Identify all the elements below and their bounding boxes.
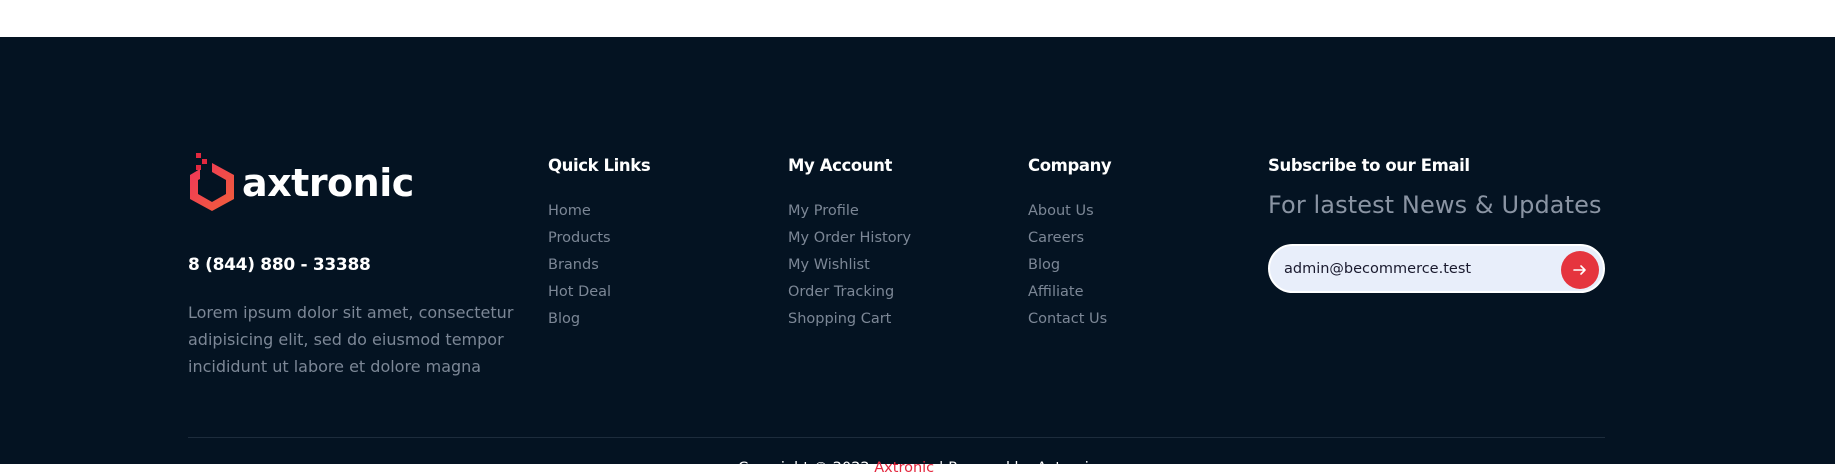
logo[interactable]: axtronic	[188, 153, 414, 213]
footer-link-contact-us[interactable]: Contact Us	[1028, 308, 1107, 335]
my-account-title: My Account	[788, 156, 892, 175]
logo-mark-icon	[190, 153, 234, 211]
footer-link-shopping-cart[interactable]: Shopping Cart	[788, 308, 911, 335]
email-input[interactable]	[1284, 258, 1544, 280]
logo-text: axtronic	[242, 161, 414, 205]
phone-number[interactable]: 8 (844) 880 - 33388	[188, 255, 371, 275]
footer-link-blog[interactable]: Blog	[548, 308, 611, 335]
footer-link-my-profile[interactable]: My Profile	[788, 200, 911, 227]
quick-links-title: Quick Links	[548, 156, 651, 175]
footer-link-brands[interactable]: Brands	[548, 254, 611, 281]
footer-link-wishlist[interactable]: My Wishlist	[788, 254, 911, 281]
footer-brand: axtronic	[188, 153, 414, 213]
copyright-prefix: Copyright © 2022	[738, 460, 870, 476]
footer-link-order-tracking[interactable]: Order Tracking	[788, 281, 911, 308]
footer-link-home[interactable]: Home	[548, 200, 611, 227]
subscribe-form	[1268, 244, 1605, 293]
footer-link-blog[interactable]: Blog	[1028, 254, 1107, 281]
footer-divider	[188, 437, 1605, 438]
arrow-right-icon	[1573, 265, 1586, 275]
page-top-area	[0, 0, 1835, 37]
subscribe-subtitle: For lastest News & Updates	[1268, 191, 1602, 219]
my-account-list: My Profile My Order History My Wishlist …	[788, 200, 911, 335]
subscribe-title: Subscribe to our Email	[1268, 156, 1470, 175]
footer-link-careers[interactable]: Careers	[1028, 227, 1107, 254]
brand-description: Lorem ipsum dolor sit amet, consectetur …	[188, 303, 514, 376]
copyright-text: Copyright © 2022 Axtronic | Powered by A…	[0, 460, 1835, 476]
company-title: Company	[1028, 156, 1112, 175]
quick-links-list: Home Products Brands Hot Deal Blog	[548, 200, 611, 335]
company-list: About Us Careers Blog Affiliate Contact …	[1028, 200, 1107, 335]
footer-link-affiliate[interactable]: Affiliate	[1028, 281, 1107, 308]
footer-link-hot-deal[interactable]: Hot Deal	[548, 281, 611, 308]
copyright-brand-link[interactable]: Axtronic	[874, 460, 934, 476]
site-footer: axtronic 8 (844) 880 - 33388 Lorem ipsum…	[0, 37, 1835, 476]
copyright-separator: |	[938, 460, 944, 476]
footer-link-products[interactable]: Products	[548, 227, 611, 254]
powered-by-text: Powered by Axtronic	[948, 460, 1097, 476]
footer-link-order-history[interactable]: My Order History	[788, 227, 911, 254]
footer-link-about-us[interactable]: About Us	[1028, 200, 1107, 227]
subscribe-button[interactable]	[1561, 251, 1599, 289]
